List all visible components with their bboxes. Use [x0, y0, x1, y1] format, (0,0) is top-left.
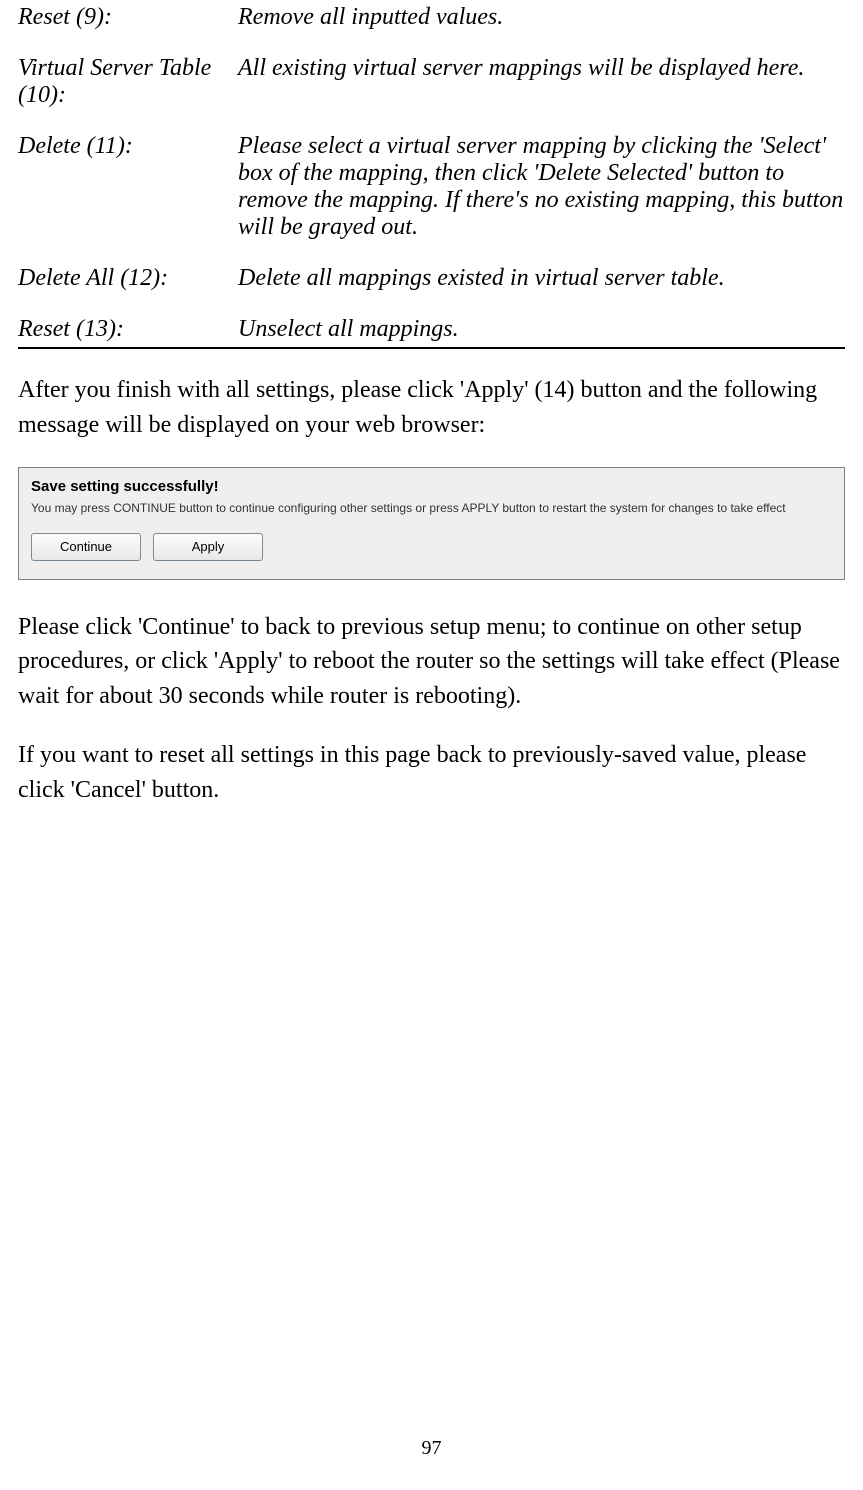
dialog-message: You may press CONTINUE button to continu… — [19, 501, 844, 533]
definition-desc: Unselect all mappings. — [238, 316, 845, 343]
page-number: 97 — [18, 1437, 845, 1460]
definition-label: Delete (11): — [18, 133, 238, 241]
paragraph-apply-instruction: After you finish with all settings, plea… — [18, 373, 845, 443]
dialog-button-row: Continue Apply — [19, 533, 844, 579]
definition-row: Delete All (12): Delete all mappings exi… — [18, 265, 845, 292]
apply-button[interactable]: Apply — [153, 533, 263, 561]
save-setting-dialog: Save setting successfully! You may press… — [18, 467, 845, 580]
definition-desc: Please select a virtual server mapping b… — [238, 133, 845, 241]
continue-button[interactable]: Continue — [31, 533, 141, 561]
definition-label: Reset (13): — [18, 316, 238, 343]
definition-label: Delete All (12): — [18, 265, 238, 292]
dialog-title: Save setting successfully! — [19, 468, 844, 501]
definition-desc: All existing virtual server mappings wil… — [238, 55, 845, 109]
paragraph-continue-instruction: Please click 'Continue' to back to previ… — [18, 610, 845, 714]
definition-desc: Remove all inputted values. — [238, 4, 845, 31]
definition-row: Reset (9): Remove all inputted values. — [18, 4, 845, 31]
definition-label: Reset (9): — [18, 4, 238, 31]
definition-row: Delete (11): Please select a virtual ser… — [18, 133, 845, 241]
definitions-list: Reset (9): Remove all inputted values. V… — [18, 4, 845, 349]
definition-row: Virtual Server Table (10): All existing … — [18, 55, 845, 109]
definition-label: Virtual Server Table (10): — [18, 55, 238, 109]
definition-desc: Delete all mappings existed in virtual s… — [238, 265, 845, 292]
paragraph-cancel-instruction: If you want to reset all settings in thi… — [18, 738, 845, 808]
definition-row: Reset (13): Unselect all mappings. — [18, 316, 845, 349]
